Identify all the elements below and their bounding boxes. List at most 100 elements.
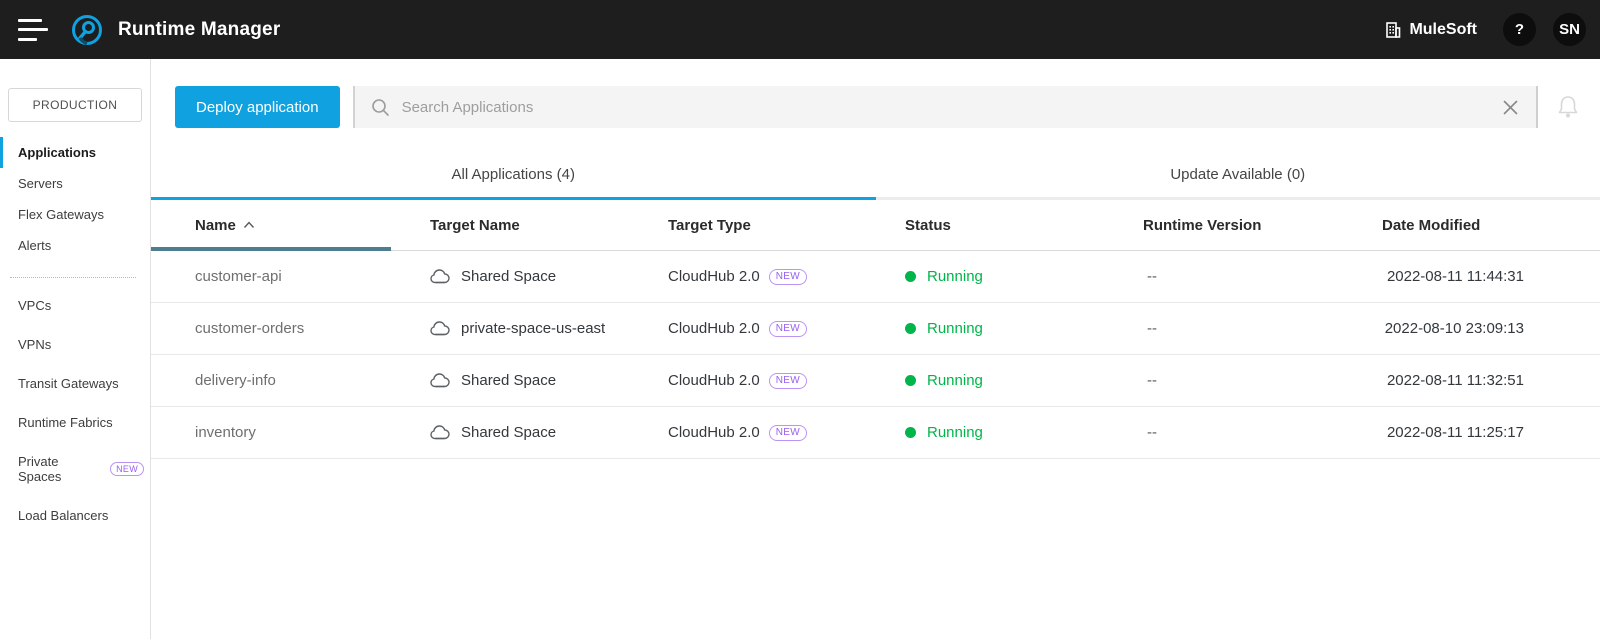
- magnifier-icon: [371, 98, 389, 116]
- new-badge: NEW: [768, 320, 807, 337]
- sidebar-item-label: Alerts: [18, 238, 52, 253]
- cell-status: Running: [861, 268, 1099, 285]
- close-icon: [1503, 100, 1518, 114]
- avatar[interactable]: SN: [1553, 13, 1586, 46]
- cell-app-name[interactable]: inventory: [151, 424, 386, 441]
- notifications-button[interactable]: [1556, 94, 1580, 120]
- sidebar-item-label: Load Balancers: [18, 508, 109, 523]
- sidebar-item-applications[interactable]: Applications: [0, 137, 150, 168]
- toolbar: Deploy application: [151, 59, 1600, 128]
- runtime-version: --: [1147, 372, 1157, 389]
- table-body: customer-api Shared Space CloudHub 2.0 N…: [151, 251, 1600, 459]
- column-header-name[interactable]: Name: [151, 200, 391, 251]
- target-name: Shared Space: [461, 372, 557, 389]
- deploy-application-button[interactable]: Deploy application: [175, 86, 340, 128]
- bell-icon: [1558, 96, 1578, 118]
- search-bar[interactable]: [352, 86, 1538, 128]
- sidebar-item-label: Runtime Fabrics: [18, 415, 113, 430]
- cell-status: Running: [861, 372, 1099, 389]
- table-row[interactable]: delivery-info Shared Space CloudHub 2.0 …: [151, 355, 1600, 407]
- column-header-name-label: Name: [195, 216, 236, 234]
- runtime-version: --: [1147, 268, 1157, 285]
- sidebar-item-private-spaces[interactable]: Private Spaces NEW: [0, 444, 150, 494]
- cloud-icon: [430, 373, 450, 388]
- cell-date-modified: 2022-08-11 11:44:31: [1338, 268, 1600, 285]
- new-badge: NEW: [768, 424, 807, 441]
- target-name: Shared Space: [461, 424, 557, 441]
- cell-date-modified: 2022-08-11 11:32:51: [1338, 372, 1600, 389]
- sidebar-item-flex-gateways[interactable]: Flex Gateways: [0, 199, 150, 230]
- date-modified: 2022-08-11 11:32:51: [1386, 372, 1524, 389]
- sidebar-item-load-balancers[interactable]: Load Balancers: [0, 498, 150, 533]
- cloud-icon: [430, 321, 450, 336]
- cell-target-type: CloudHub 2.0 NEW: [624, 320, 861, 337]
- cell-target-type: CloudHub 2.0 NEW: [624, 372, 861, 389]
- sidebar-nav: Applications Servers Flex Gateways Alert…: [0, 137, 150, 533]
- sidebar-divider: [10, 277, 136, 278]
- tab-all-applications[interactable]: All Applications (4): [151, 152, 876, 200]
- app-name: delivery-info: [195, 372, 276, 389]
- organization-menu[interactable]: MuleSoft: [1383, 21, 1477, 39]
- table-row[interactable]: customer-orders private-space-us-east Cl…: [151, 303, 1600, 355]
- environment-selector[interactable]: PRODUCTION: [8, 88, 142, 122]
- status-label: Running: [927, 372, 983, 389]
- runtime-version: --: [1147, 424, 1157, 441]
- sidebar-item-servers[interactable]: Servers: [0, 168, 150, 199]
- column-header-target-type[interactable]: Target Type: [624, 200, 861, 250]
- new-badge: NEW: [768, 372, 807, 389]
- sidebar-item-vpns[interactable]: VPNs: [0, 327, 150, 362]
- tab-bar: All Applications (4) Update Available (0…: [151, 152, 1600, 200]
- status-label: Running: [927, 268, 983, 285]
- target-type: CloudHub 2.0: [668, 372, 760, 389]
- new-badge: NEW: [110, 462, 144, 476]
- runtime-manager-logo-icon: [72, 14, 102, 45]
- clear-search-button[interactable]: [1499, 96, 1522, 119]
- cell-target-name: Shared Space: [386, 372, 624, 389]
- table-header: Name Target Name Target Type Status Runt…: [151, 200, 1600, 251]
- cell-app-name[interactable]: customer-orders: [151, 320, 386, 337]
- target-type: CloudHub 2.0: [668, 320, 760, 337]
- cloud-icon: [430, 425, 450, 440]
- status-dot: [905, 323, 916, 334]
- cell-app-name[interactable]: customer-api: [151, 268, 386, 285]
- building-icon: [1386, 21, 1401, 38]
- sidebar-item-vpcs[interactable]: VPCs: [0, 288, 150, 323]
- status-dot: [905, 427, 916, 438]
- runtime-version: --: [1147, 320, 1157, 337]
- sidebar-item-runtime-fabrics[interactable]: Runtime Fabrics: [0, 405, 150, 440]
- organization-name: MuleSoft: [1409, 20, 1477, 38]
- target-type: CloudHub 2.0: [668, 424, 760, 441]
- sidebar-item-transit-gateways[interactable]: Transit Gateways: [0, 366, 150, 401]
- help-button[interactable]: ?: [1503, 13, 1536, 46]
- sidebar-item-alerts[interactable]: Alerts: [0, 230, 150, 261]
- status-dot: [905, 375, 916, 386]
- app-name: customer-api: [195, 268, 282, 285]
- sidebar-item-label: Transit Gateways: [18, 376, 119, 391]
- cell-target-name: Shared Space: [386, 424, 624, 441]
- cell-target-type: CloudHub 2.0 NEW: [624, 424, 861, 441]
- column-header-target-name[interactable]: Target Name: [386, 200, 624, 250]
- search-input[interactable]: [401, 98, 1499, 116]
- sidebar-item-label: Applications: [18, 145, 97, 160]
- target-name: private-space-us-east: [461, 320, 606, 337]
- table-row[interactable]: customer-api Shared Space CloudHub 2.0 N…: [151, 251, 1600, 303]
- cell-runtime-version: --: [1099, 372, 1338, 389]
- tab-update-available[interactable]: Update Available (0): [875, 152, 1600, 200]
- cloud-icon: [430, 269, 450, 284]
- sidebar-item-label: Private Spaces: [18, 454, 62, 484]
- top-bar: Runtime Manager MuleSoft ? SN: [0, 0, 1600, 59]
- cell-target-type: CloudHub 2.0 NEW: [624, 268, 861, 285]
- column-header-runtime-version[interactable]: Runtime Version: [1099, 200, 1338, 250]
- cell-runtime-version: --: [1099, 268, 1338, 285]
- table-row[interactable]: inventory Shared Space CloudHub 2.0 NEW …: [151, 407, 1600, 459]
- column-header-date-modified[interactable]: Date Modified: [1338, 200, 1600, 250]
- cell-app-name[interactable]: delivery-info: [151, 372, 386, 389]
- app-title: Runtime Manager: [118, 18, 281, 40]
- target-name: Shared Space: [461, 268, 557, 285]
- column-header-status[interactable]: Status: [861, 200, 1099, 250]
- app-name: customer-orders: [195, 320, 305, 337]
- cell-target-name: private-space-us-east: [386, 320, 624, 337]
- cell-date-modified: 2022-08-11 11:25:17: [1338, 424, 1600, 441]
- date-modified: 2022-08-10 23:09:13: [1384, 320, 1524, 337]
- hamburger-menu-icon[interactable]: [18, 18, 48, 41]
